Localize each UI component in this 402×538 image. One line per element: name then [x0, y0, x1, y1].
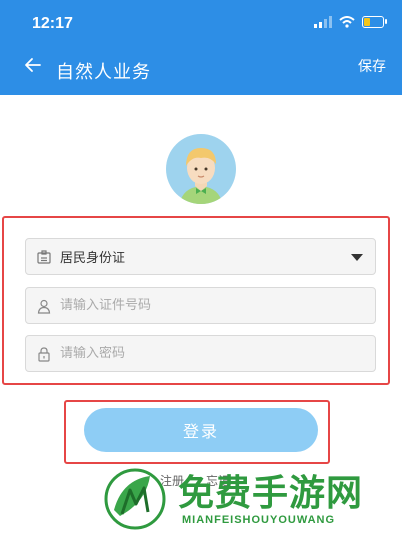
user-icon [37, 299, 51, 314]
back-arrow-icon[interactable] [24, 56, 42, 74]
id-number-field[interactable] [25, 287, 376, 324]
watermark-logo-icon [104, 468, 166, 530]
status-icons [314, 16, 387, 28]
save-button[interactable]: 保存 [358, 56, 386, 76]
status-time: 12:17 [32, 15, 73, 32]
battery-icon [362, 16, 387, 28]
id-type-select[interactable]: 居民身份证 [25, 238, 376, 275]
signal-icon [314, 16, 332, 28]
dropdown-caret-icon [351, 254, 363, 261]
user-avatar-icon [180, 148, 222, 204]
watermark-subtitle: MIANFEISHOUYOUWANG [182, 514, 336, 526]
watermark-title: 免费手游网 [178, 473, 364, 514]
wifi-icon [339, 16, 355, 28]
login-button[interactable]: 登录 [84, 408, 318, 452]
password-input[interactable] [60, 346, 340, 361]
lock-icon [38, 346, 50, 362]
app-header: 12:17 自然人业务 保存 [0, 0, 402, 95]
id-card-icon [37, 249, 51, 264]
avatar [166, 134, 236, 204]
id-number-input[interactable] [60, 298, 340, 313]
password-field[interactable] [25, 335, 376, 372]
page-title: 自然人业务 [56, 62, 151, 83]
id-type-value: 居民身份证 [60, 251, 126, 266]
